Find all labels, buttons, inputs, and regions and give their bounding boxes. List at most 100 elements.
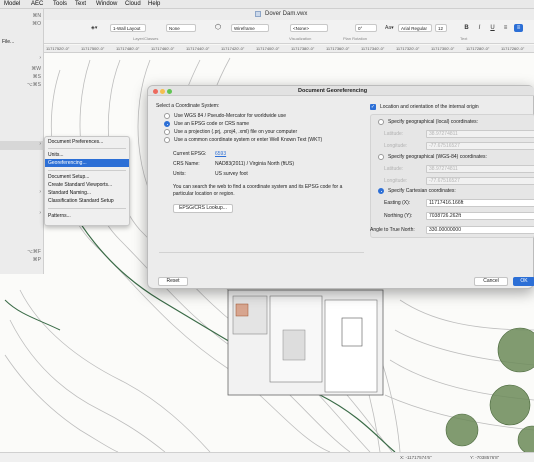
- layer-icon: ◈▾: [91, 25, 98, 31]
- view-bar: ◈▾ 1-Wall Layout None Layer/Classes ⬡ Wi…: [0, 20, 534, 44]
- easting-field[interactable]: 11717416.166ft: [426, 199, 534, 207]
- ok-button[interactable]: OK: [513, 277, 534, 286]
- close-icon[interactable]: [153, 89, 158, 94]
- option-epsg-label: Use an EPSG code or CRS name: [174, 121, 250, 127]
- text-style-icon[interactable]: Aa▾: [385, 25, 394, 31]
- current-epsg-link[interactable]: 6593: [215, 151, 226, 157]
- units-label: Units:: [173, 171, 186, 177]
- saved-view-dropdown[interactable]: <None>: [290, 24, 328, 32]
- radio-wgs84[interactable]: [164, 113, 170, 119]
- window-title: Dover Dam.vwx: [265, 11, 308, 17]
- shortcut-label: ⌘P: [32, 257, 41, 263]
- underline-button[interactable]: U: [488, 24, 497, 32]
- menu-tools[interactable]: Tools: [53, 1, 67, 7]
- menu-help[interactable]: Help: [148, 1, 160, 7]
- epsg-lookup-button[interactable]: EPSG/CRS Lookup...: [173, 204, 233, 213]
- menu-item-patterns[interactable]: Patterns...: [45, 212, 129, 220]
- wgs-latitude-field[interactable]: 38.97274811: [426, 165, 534, 173]
- render-mode-dropdown[interactable]: Wireframe: [231, 24, 269, 32]
- ruler-tick: 11717280'-0": [466, 46, 490, 51]
- search-help-text: You can search the web to find a coordin…: [173, 184, 343, 197]
- longitude-field[interactable]: -77.67516527: [426, 142, 534, 150]
- menu-model[interactable]: Model: [4, 1, 20, 7]
- ruler-tick: 11717500'-0": [81, 46, 105, 51]
- menu-item-standard-viewports[interactable]: Create Standard Viewports...: [45, 181, 129, 189]
- horizontal-ruler: 11717540'-0" 11717520'-0" 11717500'-0" 1…: [0, 45, 534, 53]
- menu-item-document-setup[interactable]: Document Setup...: [45, 173, 129, 181]
- menu-item-units[interactable]: Units...: [45, 151, 129, 159]
- submenu-arrow-icon[interactable]: ›: [0, 141, 44, 150]
- shortcut-label: ⌘N: [32, 13, 41, 19]
- menu-item-document-preferences[interactable]: Document Preferences...: [45, 138, 129, 146]
- radio-wkt[interactable]: [164, 137, 170, 143]
- northing-field[interactable]: 7038726.262ft: [426, 212, 534, 220]
- option-wgs84-label: Use WGS 84 / Pseudo-Mercator for worldwi…: [174, 113, 286, 119]
- menu-cloud[interactable]: Cloud: [125, 1, 141, 7]
- class-dropdown[interactable]: None: [166, 24, 196, 32]
- cancel-button[interactable]: Cancel: [474, 277, 508, 286]
- file-menu-partial: ⌘N ⌘O File... › ⌘W ⌘S ⌥⌘S › › › ⌥⌘F ⌘P: [0, 9, 44, 274]
- submenu-arrow-icon: ›: [39, 55, 41, 61]
- northing-label: Northing (Y):: [384, 213, 413, 219]
- radio-cartesian[interactable]: [378, 188, 384, 194]
- shortcut-label: ⌥⌘F: [27, 249, 41, 255]
- ruler-tick: 11717340'-0": [361, 46, 385, 51]
- layer-dropdown[interactable]: 1-Wall Layout: [110, 24, 146, 32]
- ruler-tick: 11717440'-0": [186, 46, 210, 51]
- tree-symbol: [445, 413, 479, 447]
- menu-item-file[interactable]: File...: [0, 39, 44, 45]
- bold-button[interactable]: B: [462, 24, 471, 32]
- ruler-tick: 11717360'-0": [326, 46, 350, 51]
- minimize-icon[interactable]: [160, 89, 165, 94]
- menu-bar: Model AEC Tools Text Window Cloud Help: [0, 0, 534, 9]
- menu-window[interactable]: Window: [96, 1, 117, 7]
- italic-button[interactable]: I: [475, 24, 484, 32]
- document-settings-submenu: Document Preferences... Units... Georefe…: [44, 136, 130, 226]
- current-epsg-label: Current EPSG:: [173, 151, 207, 157]
- menu-aec[interactable]: AEC: [31, 1, 43, 7]
- plan-rotation-field[interactable]: 0°: [355, 24, 377, 32]
- font-size-dropdown[interactable]: 12: [435, 24, 447, 32]
- shortcut-label: ⌘O: [32, 21, 41, 27]
- menu-separator: [48, 170, 126, 171]
- longitude-label: Longitude:: [384, 143, 408, 149]
- menu-item-georeferencing[interactable]: Georeferencing...: [45, 159, 129, 167]
- ruler-tick: 11717260'-0": [501, 46, 525, 51]
- align-left-icon[interactable]: ≡: [501, 24, 510, 32]
- ruler-tick: 11717400'-0": [256, 46, 280, 51]
- angle-field[interactable]: 330.00000000: [426, 226, 534, 234]
- option-projection-file-label: Use a projection (.prj, .proj4, .xml) fi…: [174, 129, 298, 135]
- latitude-label: Latitude:: [384, 131, 404, 137]
- dialog-titlebar: Document Georeferencing: [148, 86, 534, 96]
- menu-item-standard-naming[interactable]: Standard Naming...: [45, 189, 129, 197]
- radio-epsg[interactable]: [164, 121, 170, 127]
- font-dropdown[interactable]: Arial Regular: [398, 24, 432, 32]
- zoom-icon[interactable]: [167, 89, 172, 94]
- latitude-field[interactable]: 38.97274811: [426, 130, 534, 138]
- location-checkbox[interactable]: ✓: [370, 104, 376, 110]
- wgs-latitude-label: Latitude:: [384, 166, 404, 172]
- radio-geo-local[interactable]: [378, 119, 384, 125]
- radio-geo-wgs84[interactable]: [378, 154, 384, 160]
- menu-item-classification-standard[interactable]: Classification Standard Setup: [45, 197, 129, 205]
- cartesian-label: Specify Cartesian coordinates:: [388, 188, 456, 194]
- align-center-icon[interactable]: ≡: [514, 24, 523, 32]
- document-icon: [255, 11, 261, 17]
- ruler-tick: 11717480'-0": [116, 46, 140, 51]
- reset-button[interactable]: Reset: [158, 277, 188, 286]
- shortcut-label: ⌘S: [32, 74, 41, 80]
- dialog-title: Document Georeferencing: [298, 88, 368, 94]
- shortcut-label: ⌥⌘S: [26, 82, 41, 88]
- ruler-tick: 11717460'-0": [151, 46, 175, 51]
- radio-projection-file[interactable]: [164, 129, 170, 135]
- crs-name-label: CRS Name:: [173, 161, 200, 167]
- wgs-longitude-field[interactable]: -77.67516527: [426, 177, 534, 185]
- cursor-x-readout: X: -11717574'6": [400, 455, 432, 460]
- menu-text[interactable]: Text: [75, 1, 86, 7]
- window-titlebar: Dover Dam.vwx: [0, 9, 534, 20]
- cursor-y-readout: Y: -7038576'8": [470, 455, 500, 460]
- option-wkt-label: Use a common coordinate system or enter …: [174, 137, 323, 143]
- submenu-arrow-icon: ›: [39, 210, 41, 216]
- geo-wgs84-label: Specify geographical (WGS-84) coordinate…: [388, 154, 487, 160]
- plan-rotation-caption: Plan Rotation: [343, 36, 368, 41]
